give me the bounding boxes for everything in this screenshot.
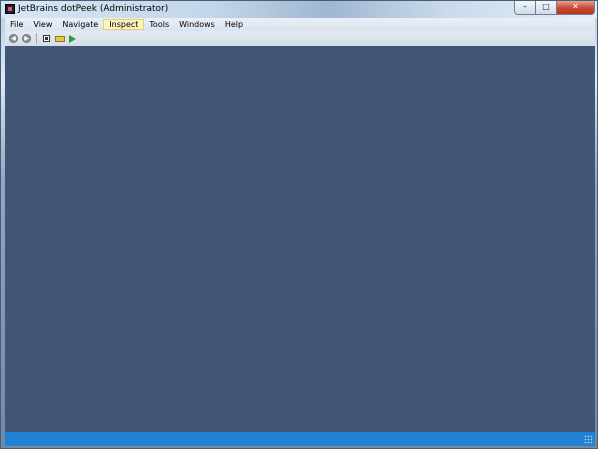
menu-inspect[interactable]: Inspect [103, 19, 145, 30]
title-bar[interactable]: JetBrains dotPeek (Administrator) – □ ✕ [1, 1, 597, 18]
close-button[interactable]: ✕ [557, 1, 595, 15]
main-workspace [5, 46, 595, 432]
tag-button[interactable] [54, 33, 65, 44]
menu-file[interactable]: File [5, 19, 28, 30]
forward-arrow-icon: ▶ [22, 34, 31, 43]
menu-navigate[interactable]: Navigate [57, 19, 103, 30]
menu-bar: File View Navigate Inspect Tools Windows… [5, 18, 595, 31]
assembly-explorer-icon [43, 35, 50, 42]
run-icon [69, 34, 76, 43]
dotpeek-app-icon[interactable] [5, 4, 15, 14]
menu-view[interactable]: View [28, 19, 57, 30]
resize-grip[interactable] [584, 435, 593, 444]
window-controls: – □ ✕ [514, 1, 595, 15]
toolbar-separator [36, 33, 37, 44]
back-button[interactable]: ◀ [8, 33, 19, 44]
minimize-button[interactable]: – [514, 1, 536, 15]
forward-button[interactable]: ▶ [21, 33, 32, 44]
assembly-explorer-button[interactable] [41, 33, 52, 44]
status-bar [5, 432, 595, 446]
menu-tools[interactable]: Tools [144, 19, 174, 30]
window-title: JetBrains dotPeek (Administrator) [18, 4, 169, 14]
tag-icon [54, 35, 65, 42]
run-button[interactable] [67, 33, 78, 44]
back-arrow-icon: ◀ [9, 34, 18, 43]
menu-windows[interactable]: Windows [174, 19, 220, 30]
app-window: JetBrains dotPeek (Administrator) – □ ✕ … [0, 0, 598, 449]
menu-help[interactable]: Help [220, 19, 248, 30]
maximize-button[interactable]: □ [536, 1, 557, 15]
toolbar: ◀ ▶ [5, 31, 595, 46]
